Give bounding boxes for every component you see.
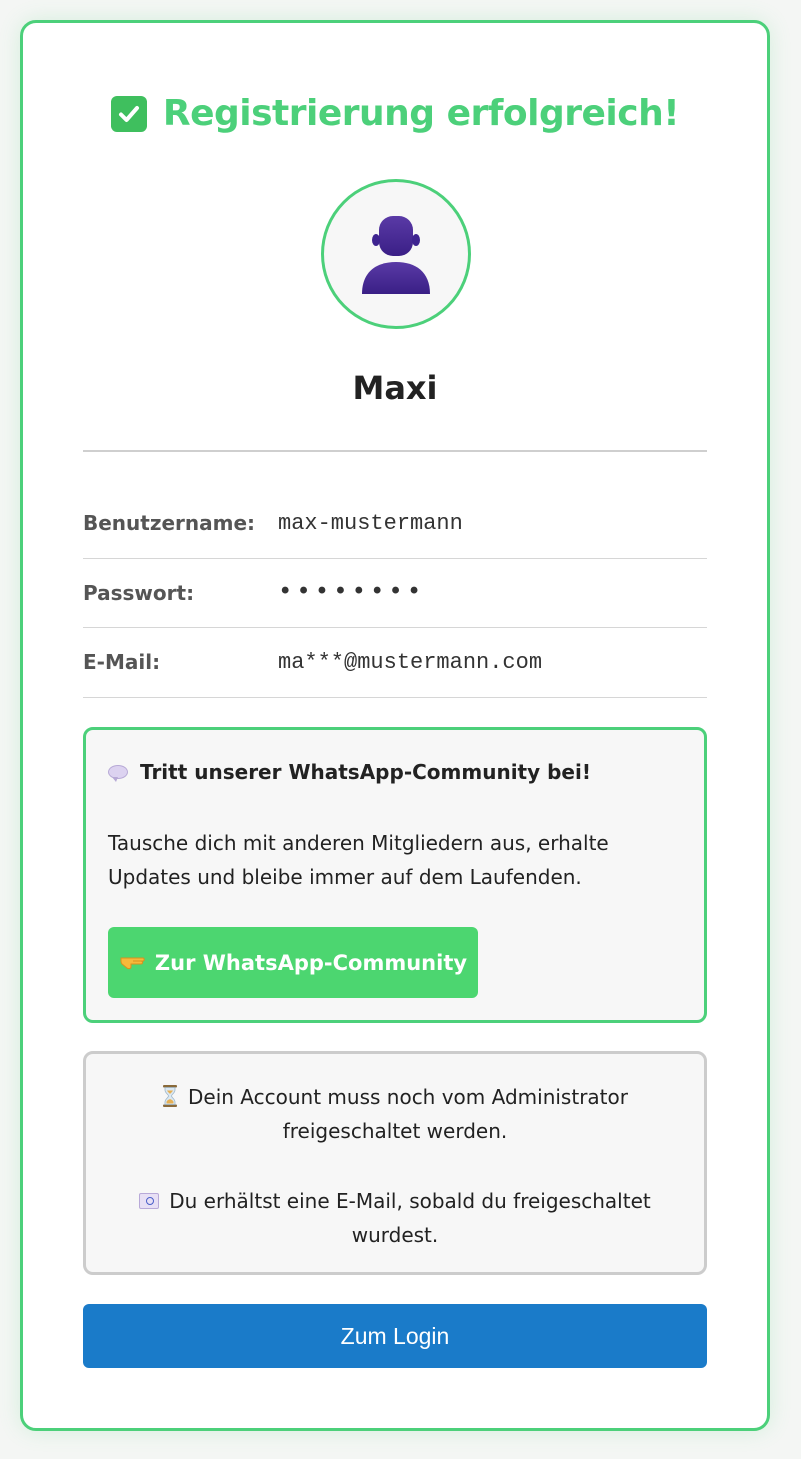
username-label: Benutzername:: [83, 511, 256, 536]
pointing-hand-icon: [119, 950, 145, 976]
whatsapp-button-label: Zur WhatsApp-Community: [154, 950, 468, 975]
hourglass-icon: [162, 1083, 178, 1107]
community-description: Tausche dich mit anderen Mitgliedern aus…: [108, 831, 609, 889]
registration-success-card: Registrierung erfolgreich! Maxi Benutzer…: [20, 20, 770, 1431]
username-row: Benutzername: max-mustermann: [83, 489, 707, 559]
divider: [83, 450, 707, 452]
approval-notice-text: Dein Account muss noch vom Administrator…: [188, 1085, 628, 1143]
email-label: E-Mail:: [83, 650, 161, 675]
profile-name: Maxi: [352, 369, 438, 407]
email-notice: Du erhältst eine E-Mail, sobald du freig…: [126, 1184, 664, 1252]
success-header: Registrierung erfolgreich!: [23, 93, 767, 134]
email-icon: [139, 1193, 160, 1209]
approval-notice: Dein Account muss noch vom Administrator…: [126, 1080, 664, 1148]
community-heading: Tritt unserer WhatsApp-Community bei!: [108, 760, 591, 784]
page-title: Registrierung erfolgreich!: [162, 93, 680, 134]
email-value: ma***@mustermann.com: [278, 649, 543, 675]
login-button[interactable]: Zum Login: [83, 1304, 707, 1368]
check-mark-button-icon: [110, 95, 147, 132]
whatsapp-community-box: Tritt unserer WhatsApp-Community bei! Ta…: [83, 727, 707, 1023]
email-row: E-Mail: ma***@mustermann.com: [83, 628, 707, 698]
account-details: Benutzername: max-mustermann Passwort: •…: [83, 489, 707, 698]
password-value: ••••••••: [278, 579, 426, 607]
speech-bubble-icon: [108, 765, 128, 782]
user-silhouette-icon: [362, 216, 430, 294]
community-heading-text: Tritt unserer WhatsApp-Community bei!: [140, 760, 591, 784]
whatsapp-community-button[interactable]: Zur WhatsApp-Community: [108, 927, 478, 998]
password-row: Passwort: ••••••••: [83, 559, 707, 628]
email-notice-text: Du erhältst eine E-Mail, sobald du freig…: [169, 1189, 651, 1247]
username-value: max-mustermann: [278, 510, 463, 536]
avatar: [321, 179, 471, 329]
approval-notice-box: Dein Account muss noch vom Administrator…: [83, 1051, 707, 1275]
password-label: Passwort:: [83, 580, 195, 605]
